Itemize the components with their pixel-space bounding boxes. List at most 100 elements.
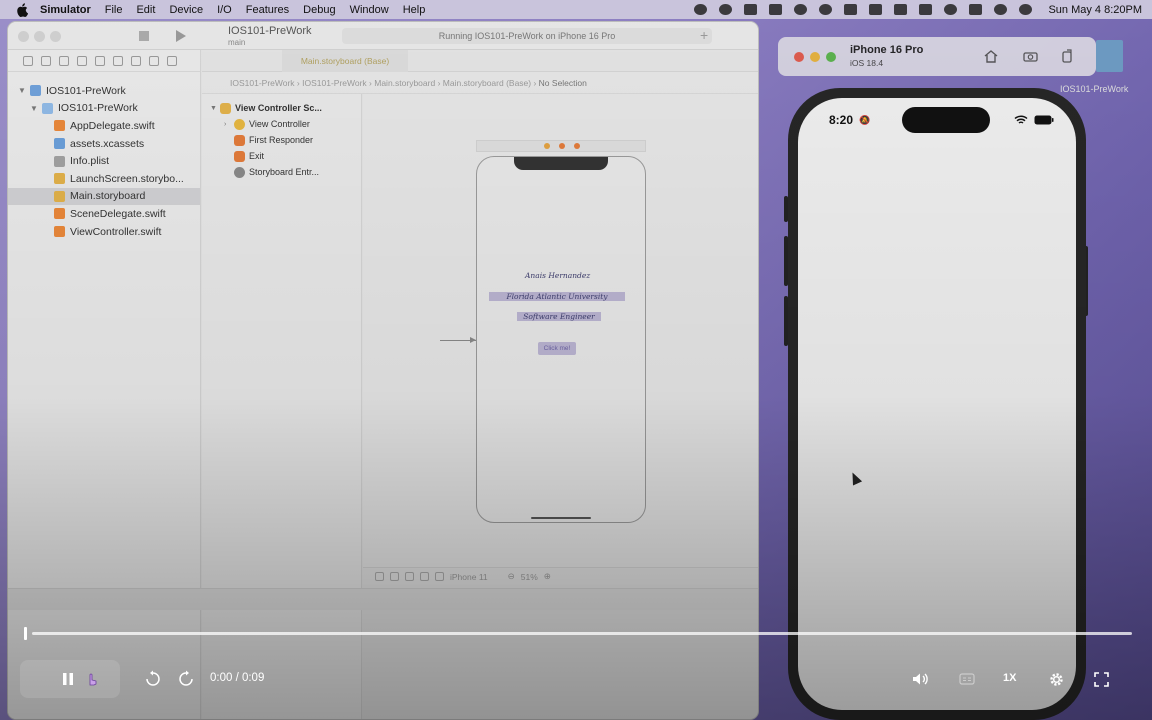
disclosure-icon[interactable]: › [224, 121, 234, 128]
vc-dock-icon[interactable] [544, 143, 550, 149]
menu-file[interactable]: File [105, 4, 123, 16]
seek-track[interactable] [32, 632, 1132, 635]
find-icon[interactable] [77, 55, 87, 66]
menu-edit[interactable]: Edit [136, 4, 155, 16]
outline-item[interactable]: First Responder [202, 132, 361, 148]
report-icon[interactable] [167, 55, 177, 66]
tree-file[interactable]: ViewController.swift [8, 223, 200, 241]
scheme-name[interactable]: IOS101-PreWork [228, 25, 312, 37]
volume-button[interactable] [910, 667, 932, 691]
menu-app-name[interactable]: Simulator [40, 4, 91, 16]
stop-icon[interactable] [139, 31, 149, 41]
desktop-folder[interactable] [1096, 40, 1123, 72]
menu-clock[interactable]: Sun May 4 8:20PM [1048, 4, 1142, 16]
video-seek-bar[interactable] [24, 626, 1132, 640]
seek-knob[interactable] [24, 627, 27, 640]
entry-point-arrow[interactable] [440, 337, 476, 343]
vpn-icon[interactable] [744, 4, 758, 15]
tree-group[interactable]: ▼ IOS101-PreWork [8, 100, 200, 118]
debug-nav-icon[interactable] [131, 55, 141, 66]
forward-10-button[interactable] [176, 667, 196, 691]
outline-item[interactable]: Storyboard Entr... [202, 164, 361, 180]
close-window-button[interactable] [794, 52, 804, 62]
menu-io[interactable]: I/O [217, 4, 232, 16]
click-me-button[interactable]: Click me! [538, 342, 576, 355]
play-icon[interactable] [794, 4, 808, 15]
home-icon[interactable] [983, 48, 999, 64]
rotate-icon[interactable] [1059, 48, 1075, 64]
tree-root[interactable]: ▼ IOS101-PreWork [8, 82, 200, 100]
appearance-icon[interactable] [390, 572, 399, 581]
menu-device[interactable]: Device [169, 4, 203, 16]
menu-features[interactable]: Features [246, 4, 289, 16]
breakpoint-icon[interactable] [149, 55, 159, 66]
disclosure-icon[interactable]: ▼ [30, 104, 42, 113]
zoom-window-button[interactable] [826, 52, 836, 62]
wifi-icon[interactable] [944, 4, 958, 15]
settings-button[interactable] [1045, 667, 1067, 691]
storyboard-phone-frame[interactable] [476, 156, 646, 523]
zoom-in-icon[interactable]: ⊕ [544, 571, 551, 582]
role-label[interactable]: Software Engineer [517, 312, 601, 321]
captions-button[interactable] [956, 667, 978, 691]
desktop-folder-label[interactable]: IOS101-PreWork [1060, 84, 1128, 94]
scene-dock[interactable] [476, 140, 646, 152]
tree-file-selected[interactable]: Main.storyboard [8, 187, 200, 206]
cloud-icon[interactable] [719, 4, 733, 15]
run-icon[interactable] [176, 30, 186, 42]
crumb[interactable]: Main.storyboard (Base) [443, 78, 531, 88]
menu-debug[interactable]: Debug [303, 4, 335, 16]
crumb[interactable]: IOS101-PreWork [302, 78, 367, 88]
keyboard-icon[interactable] [844, 4, 858, 15]
zoom-out-icon[interactable]: ⊖ [508, 571, 515, 582]
bluetooth-icon[interactable] [894, 4, 908, 15]
minimize-window-button[interactable] [34, 31, 45, 42]
search-icon[interactable] [994, 4, 1008, 15]
folder-icon[interactable] [23, 55, 33, 66]
pause-button[interactable] [58, 667, 78, 691]
rewind-10-button[interactable] [143, 667, 163, 691]
siri-icon[interactable] [1019, 4, 1033, 15]
fullscreen-button[interactable] [1090, 667, 1112, 691]
tree-file[interactable]: assets.xcassets [8, 135, 200, 153]
orientation-icon[interactable] [405, 572, 414, 581]
menu-window[interactable]: Window [350, 4, 389, 16]
device-selector[interactable]: iPhone 11 [450, 572, 488, 582]
responder-dock-icon[interactable] [559, 143, 565, 149]
playback-rate-button[interactable]: 1X [1003, 672, 1016, 684]
name-label[interactable]: Anais Hernandez [525, 271, 590, 280]
trait-icon[interactable] [420, 572, 429, 581]
tree-file[interactable]: AppDelegate.swift [8, 117, 200, 135]
test-icon[interactable] [113, 55, 123, 66]
moon-icon[interactable] [819, 4, 833, 15]
disclosure-icon[interactable]: ▼ [210, 105, 220, 112]
disclosure-icon[interactable]: ▼ [18, 86, 30, 95]
record-icon[interactable] [694, 4, 708, 15]
outline-item[interactable]: › View Controller [202, 116, 361, 132]
control-center-icon[interactable] [969, 4, 983, 15]
volume-icon[interactable] [869, 4, 883, 15]
tree-file[interactable]: SceneDelegate.swift [8, 205, 200, 223]
zoom-level[interactable]: 51% [521, 572, 538, 582]
tree-file[interactable]: Info.plist [8, 152, 200, 170]
exit-dock-icon[interactable] [574, 143, 580, 149]
device-frame-icon[interactable] [435, 572, 444, 581]
source-control-icon[interactable] [41, 55, 51, 66]
tree-file[interactable]: LaunchScreen.storybo... [8, 170, 200, 188]
battery-icon[interactable] [919, 4, 933, 15]
close-window-button[interactable] [18, 31, 29, 42]
apple-icon[interactable] [14, 2, 30, 18]
bookmark-icon[interactable] [59, 55, 69, 66]
crumb[interactable]: Main.storyboard [374, 78, 435, 88]
add-icon[interactable]: + [700, 27, 708, 43]
outline-scene[interactable]: ▼ View Controller Sc... [202, 100, 361, 116]
iphone-screen[interactable]: 8:20 🔕 [798, 98, 1076, 710]
crumb[interactable]: IOS101-PreWork [230, 78, 295, 88]
menu-help[interactable]: Help [403, 4, 426, 16]
zoom-window-button[interactable] [50, 31, 61, 42]
issue-icon[interactable] [95, 55, 105, 66]
outline-item[interactable]: Exit [202, 148, 361, 164]
notion-icon[interactable] [769, 4, 783, 15]
outline-toggle-icon[interactable] [375, 572, 384, 581]
minimize-window-button[interactable] [810, 52, 820, 62]
